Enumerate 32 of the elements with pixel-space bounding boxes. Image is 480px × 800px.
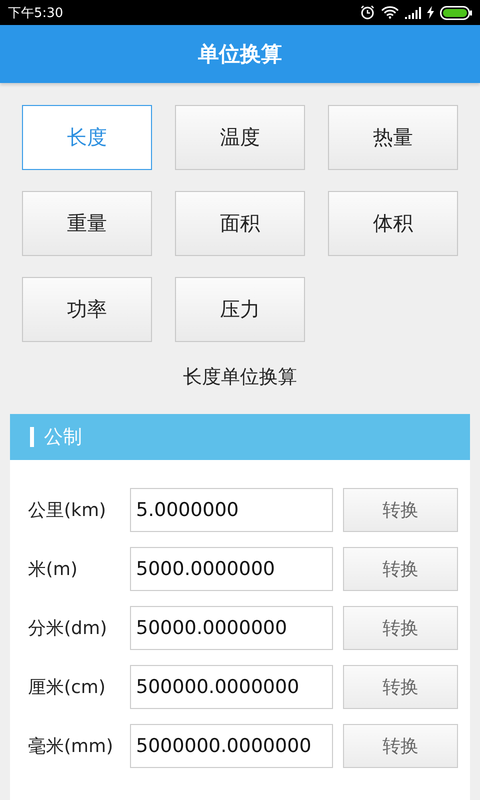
unit-label: 厘米(cm) <box>27 676 106 699</box>
alarm-icon <box>360 5 375 20</box>
category-button[interactable]: 功率 <box>22 277 152 342</box>
app-title: 单位换算 <box>198 41 282 68</box>
value-input[interactable]: 50000.0000000 <box>130 606 333 650</box>
category-button[interactable]: 重量 <box>22 191 152 256</box>
value-input[interactable]: 5000000.0000000 <box>130 724 333 768</box>
signal-icon <box>405 6 421 18</box>
battery-icon <box>440 6 472 20</box>
unit-label: 毫米(mm) <box>27 735 114 758</box>
category-button[interactable]: 面积 <box>175 191 305 256</box>
value-input[interactable]: 5.0000000 <box>130 488 333 532</box>
value-input[interactable]: 500000.0000000 <box>130 665 333 709</box>
category-button[interactable]: 热量 <box>328 105 458 170</box>
status-time: 下午5:30 <box>8 4 64 22</box>
category-button[interactable]: 压力 <box>175 277 305 342</box>
unit-label: 米(m) <box>27 558 79 581</box>
convert-button[interactable]: 转换 <box>343 665 458 709</box>
wifi-icon <box>381 6 399 19</box>
convert-button[interactable]: 转换 <box>343 724 458 768</box>
unit-label: 公里(km) <box>27 499 108 522</box>
section-marker <box>30 427 34 447</box>
charging-icon <box>427 6 434 19</box>
category-button[interactable]: 体积 <box>328 191 458 256</box>
convert-button[interactable]: 转换 <box>343 488 458 532</box>
convert-button[interactable]: 转换 <box>343 547 458 591</box>
category-button[interactable]: 温度 <box>175 105 305 170</box>
convert-button[interactable]: 转换 <box>343 606 458 650</box>
value-input[interactable]: 5000.0000000 <box>130 547 333 591</box>
converter-subtitle: 长度单位换算 <box>182 365 298 390</box>
section-title: 公制 <box>44 425 82 450</box>
unit-label: 分米(dm) <box>27 617 108 640</box>
